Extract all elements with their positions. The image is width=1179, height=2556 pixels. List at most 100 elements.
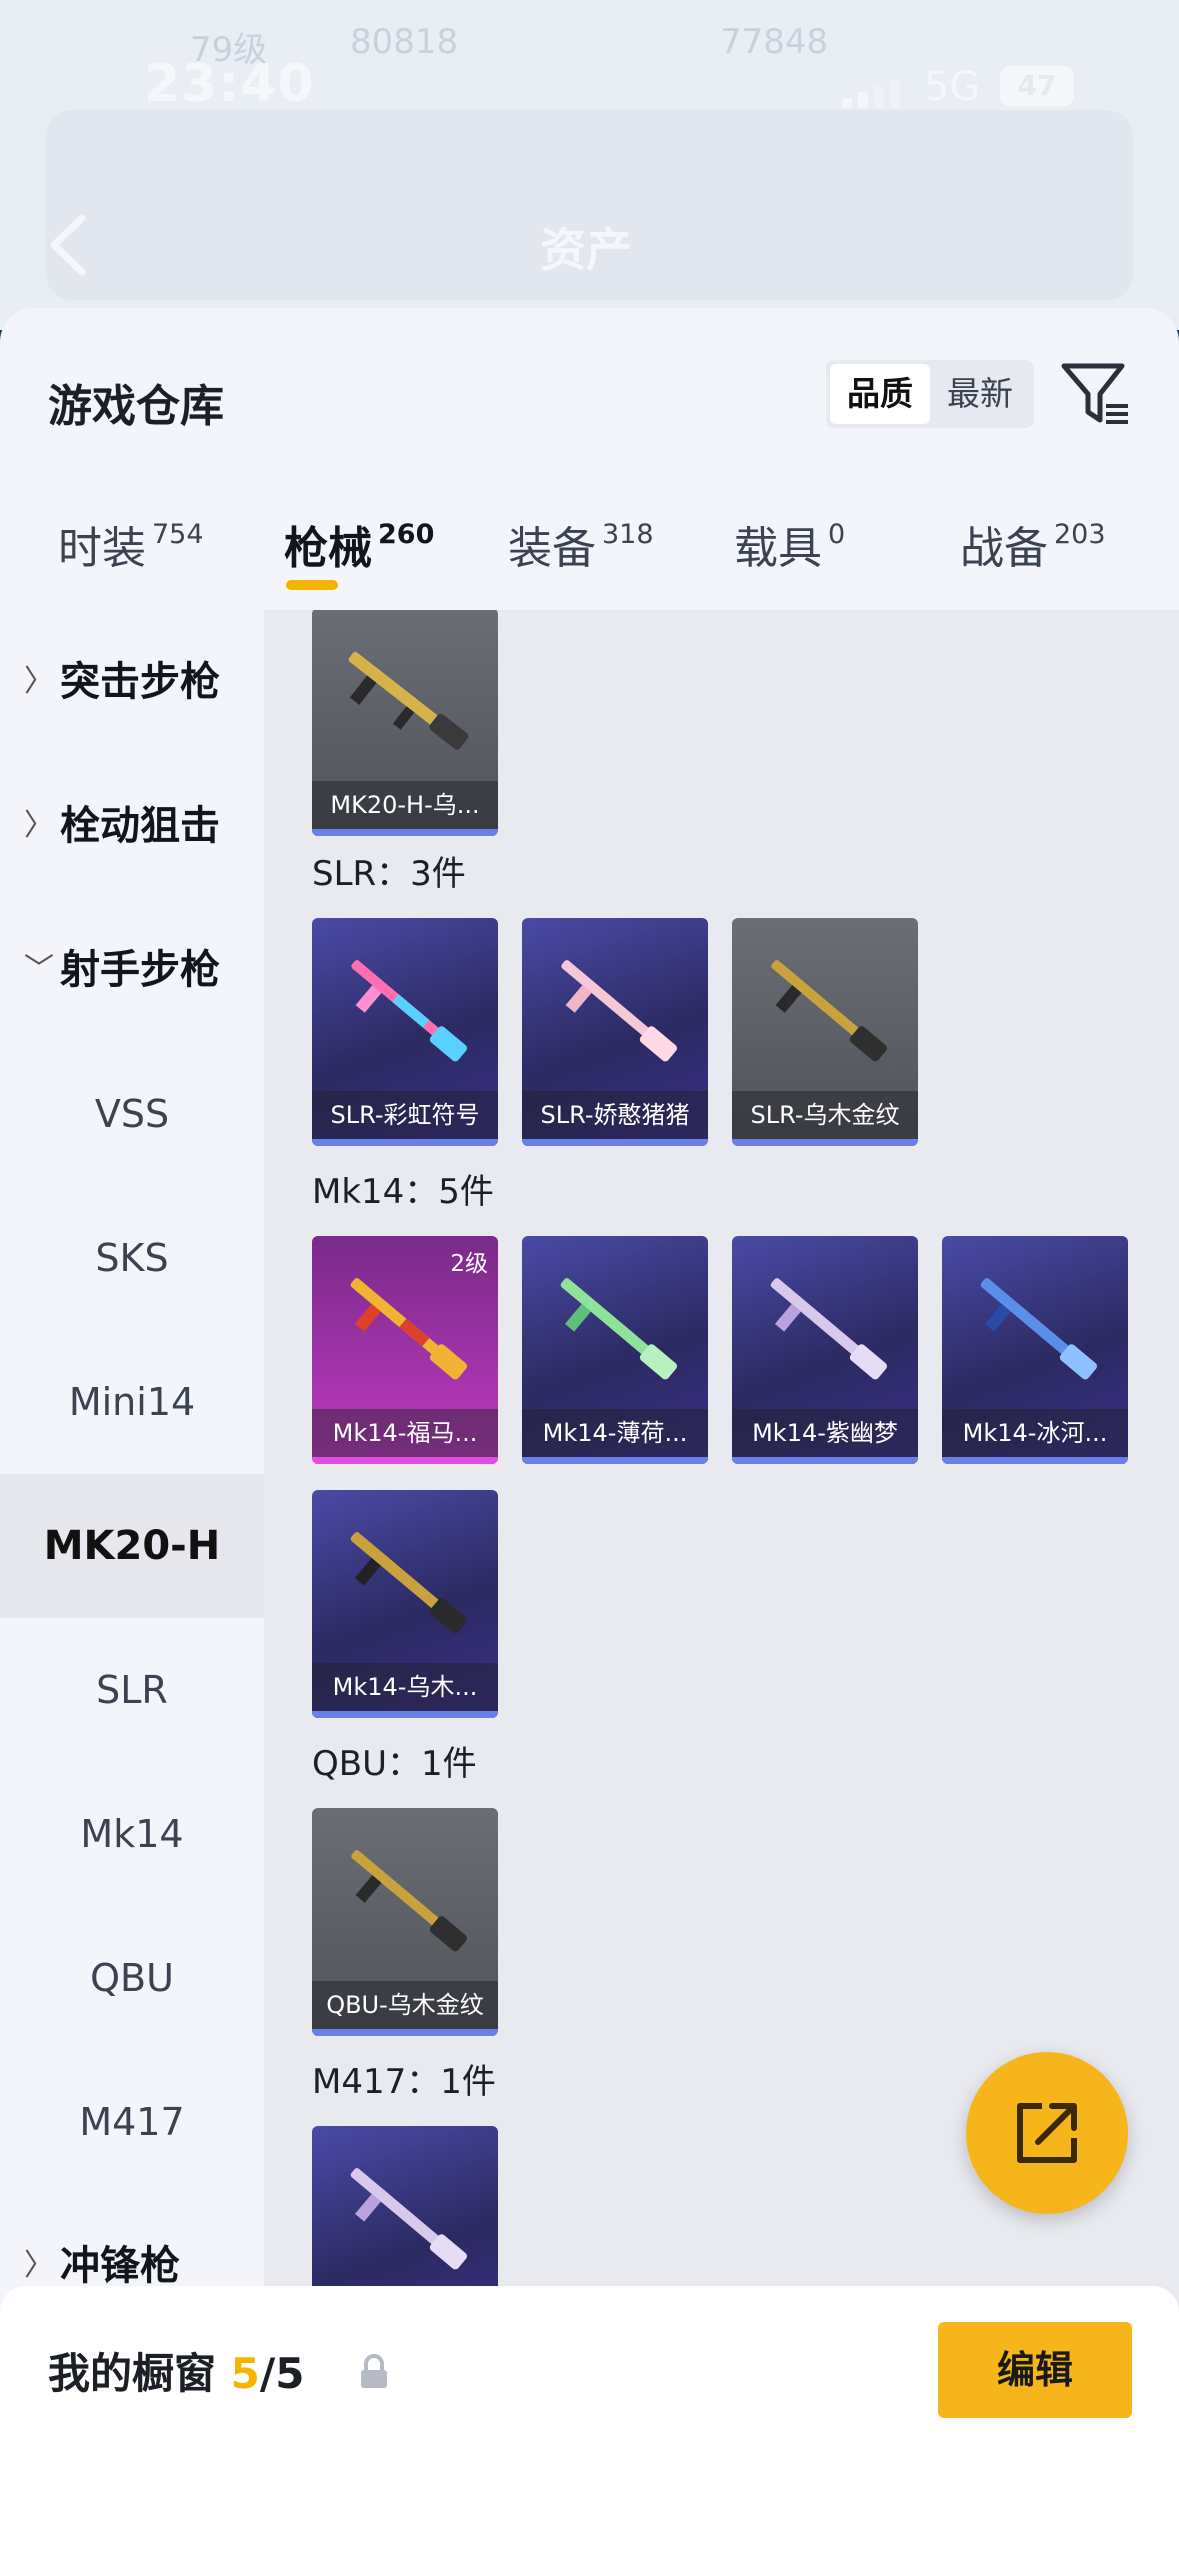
app-header-background: 79级 80818 77848 23:40 5G 47 资产 — [0, 0, 1179, 330]
tab-equipment-label: 装备 — [508, 523, 596, 574]
sidebar-item-label: 突击步枪 — [60, 659, 220, 705]
sort-quality-button[interactable]: 品质 — [830, 364, 930, 424]
weapon-card[interactable]: 2级 Mk14-福马... — [312, 1236, 498, 1464]
chevron-down-icon: ﹀ — [24, 952, 54, 987]
showcase-count-total: /5 — [259, 2349, 305, 2398]
sidebar-item-mk20h[interactable]: MK20-H — [0, 1474, 264, 1618]
weapon-card-label: Mk14-紫幽梦 — [732, 1409, 918, 1457]
sidebar-item-label: 冲锋枪 — [60, 2243, 180, 2289]
rifle-icon — [351, 1850, 467, 1952]
weapon-card[interactable]: SLR-彩虹符号 — [312, 918, 498, 1146]
weapon-card-label: Mk14-冰河... — [942, 1409, 1128, 1457]
sidebar-item-sks[interactable]: SKS — [0, 1186, 264, 1330]
rarity-bar — [312, 2029, 498, 2036]
showcase-title: 我的橱窗 5/5 — [48, 2340, 304, 2401]
rarity-bar — [312, 829, 498, 836]
weapon-card[interactable]: MK20-H-乌... — [312, 610, 498, 836]
weapon-grid: MK20-H-乌... SLR：3件 SLR-彩虹符号 SLR-娇憨猪猪 SLR… — [264, 610, 1179, 2556]
sort-newest-button[interactable]: 最新 — [930, 364, 1030, 424]
tab-vehicles-count: 0 — [828, 519, 846, 550]
rarity-bar — [732, 1457, 918, 1464]
sidebar-item-mini14[interactable]: Mini14 — [0, 1330, 264, 1474]
rifle-icon — [980, 1278, 1097, 1380]
tab-fashion-label: 时装 — [58, 523, 146, 574]
weapon-category-sidebar: 〉突击步枪 〉栓动狙击 ﹀ 射手步枪 VSS SKS Mini14 MK20-H … — [0, 610, 264, 2556]
weapon-card[interactable]: SLR-娇憨猪猪 — [522, 918, 708, 1146]
weapon-card-label: SLR-乌木金纹 — [732, 1091, 918, 1139]
section-title-mk14: Mk14：5件 — [312, 1172, 494, 1212]
sidebar-item-label: 射手步枪 — [60, 947, 220, 993]
warehouse-sheet: 游戏仓库 品质 最新 时装 754 枪械 260 装备 318 载具 0 战备 203 〉… — [0, 308, 1179, 2556]
active-tab-indicator — [286, 580, 338, 590]
tab-guns-label: 枪械 — [284, 523, 372, 574]
weapon-card[interactable]: Mk14-薄荷... — [522, 1236, 708, 1464]
section-title-slr: SLR：3件 — [312, 854, 466, 894]
battery-level: 47 — [1017, 69, 1057, 102]
tab-supplies[interactable]: 战备 203 — [960, 512, 1106, 576]
external-link-icon — [1017, 2103, 1077, 2163]
rarity-bar — [312, 1139, 498, 1146]
sidebar-item-vss[interactable]: VSS — [0, 1042, 264, 1186]
showcase-bar: 我的橱窗 5/5 编辑 — [0, 2286, 1179, 2556]
rifle-icon — [770, 1278, 887, 1380]
tab-guns[interactable]: 枪械 260 — [284, 512, 434, 576]
rifle-icon — [350, 1532, 467, 1634]
rarity-bar — [732, 1139, 918, 1146]
chevron-right-icon: 〉 — [24, 664, 54, 699]
network-label: 5G — [924, 64, 981, 110]
filter-icon[interactable] — [1060, 358, 1132, 430]
weapon-card[interactable]: Mk14-紫幽梦 — [732, 1236, 918, 1464]
sidebar-item-marksman-rifles[interactable]: ﹀ 射手步枪 — [0, 898, 264, 1042]
rarity-bar — [312, 1711, 498, 1718]
rarity-bar — [312, 1457, 498, 1464]
weapon-card-label: MK20-H-乌... — [312, 781, 498, 829]
weapon-card-label: SLR-娇憨猪猪 — [522, 1091, 708, 1139]
ghost-coins: 77848 — [720, 22, 829, 62]
tab-equipment[interactable]: 装备 318 — [508, 512, 654, 576]
rifle-icon — [771, 960, 887, 1062]
sidebar-item-bolt-snipers[interactable]: 〉栓动狙击 — [0, 754, 264, 898]
ghost-id: 80818 — [350, 22, 459, 62]
rarity-bar — [942, 1457, 1128, 1464]
tab-fashion[interactable]: 时装 754 — [58, 512, 204, 576]
sidebar-item-mk14[interactable]: Mk14 — [0, 1762, 264, 1906]
sidebar-item-label: 栓动狙击 — [60, 803, 220, 849]
page-title: 资产 — [540, 223, 632, 277]
tab-vehicles-label: 载具 — [734, 523, 822, 574]
category-tabs: 时装 754 枪械 260 装备 318 载具 0 战备 203 — [0, 488, 1179, 598]
battery-icon: 47 — [1000, 66, 1074, 106]
sidebar-item-m417[interactable]: M417 — [0, 2050, 264, 2194]
signal-icon — [842, 78, 902, 108]
tab-supplies-count: 203 — [1054, 519, 1106, 550]
tab-equipment-count: 318 — [602, 519, 654, 550]
status-time: 23:40 — [144, 54, 315, 114]
sidebar-item-slr[interactable]: SLR — [0, 1618, 264, 1762]
weapon-card-label: Mk14-乌木... — [312, 1663, 498, 1711]
rifle-icon — [350, 1278, 467, 1380]
weapon-card[interactable]: Mk14-乌木... — [312, 1490, 498, 1718]
rifle-icon — [561, 960, 677, 1062]
tab-fashion-count: 754 — [152, 519, 204, 550]
rarity-bar — [522, 1139, 708, 1146]
rifle-icon — [351, 960, 467, 1062]
section-title-m417: M417：1件 — [312, 2062, 496, 2102]
weapon-card-label: QBU-乌木金纹 — [312, 1981, 498, 2029]
sidebar-item-assault-rifles[interactable]: 〉突击步枪 — [0, 610, 264, 754]
back-icon[interactable] — [44, 210, 92, 280]
tab-guns-count: 260 — [378, 519, 435, 550]
sort-toggle: 品质 最新 — [826, 360, 1034, 428]
weapon-card[interactable]: SLR-乌木金纹 — [732, 918, 918, 1146]
section-title-qbu: QBU：1件 — [312, 1744, 477, 1784]
rifle-icon — [348, 651, 469, 750]
edit-button[interactable]: 编辑 — [938, 2322, 1132, 2418]
weapon-card[interactable]: Mk14-冰河... — [942, 1236, 1128, 1464]
weapon-card[interactable]: QBU-乌木金纹 — [312, 1808, 498, 2036]
rifle-icon — [560, 1278, 677, 1380]
tab-vehicles[interactable]: 载具 0 — [734, 512, 845, 576]
warehouse-title: 游戏仓库 — [48, 381, 224, 432]
weapon-card-label: Mk14-薄荷... — [522, 1409, 708, 1457]
share-button[interactable] — [966, 2052, 1128, 2214]
lock-icon — [361, 2354, 387, 2388]
rifle-icon — [350, 2168, 467, 2270]
sidebar-item-qbu[interactable]: QBU — [0, 1906, 264, 2050]
